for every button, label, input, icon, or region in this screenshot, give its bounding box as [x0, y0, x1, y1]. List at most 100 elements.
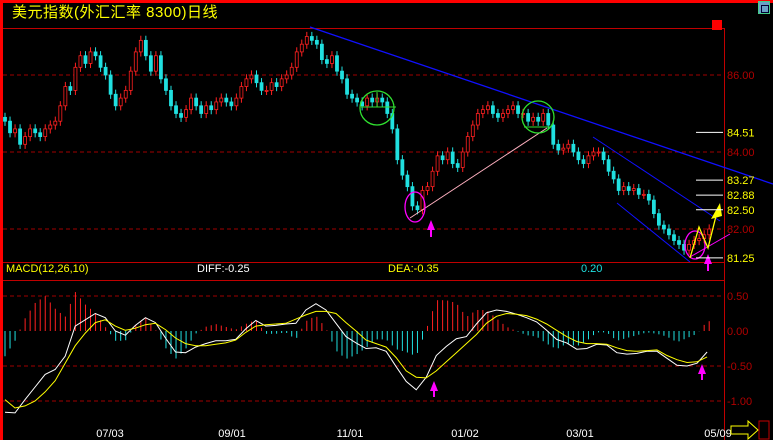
- candle-down: [309, 36, 314, 41]
- candle-up: [460, 151, 465, 168]
- candle-down: [626, 186, 631, 191]
- candle-up: [279, 78, 284, 87]
- candle-down: [83, 55, 88, 64]
- arrow-right-icon: [730, 419, 759, 440]
- candle-down: [646, 193, 651, 201]
- candle-up: [289, 66, 294, 76]
- candle-down: [108, 74, 113, 95]
- candle-up: [118, 97, 123, 107]
- candle-down: [98, 55, 103, 68]
- up-arrow-stem: [430, 229, 432, 237]
- candle-up: [707, 228, 712, 236]
- candle-up: [239, 86, 244, 99]
- candle-down: [677, 240, 681, 245]
- candle-down: [491, 105, 495, 114]
- candle-down: [440, 155, 445, 161]
- window-restore-icon[interactable]: [758, 1, 770, 14]
- candle-down: [18, 128, 22, 145]
- candle-down: [319, 43, 324, 61]
- date-tick-label: 07/03: [96, 428, 124, 440]
- candle-up: [73, 66, 78, 91]
- candle-up: [184, 109, 188, 118]
- candle-up: [133, 51, 138, 72]
- candle-up: [234, 97, 239, 107]
- macd-readout: 0.20: [581, 263, 603, 275]
- candle-down: [254, 74, 259, 84]
- up-arrow-stem: [707, 263, 709, 271]
- candle-down: [345, 78, 349, 95]
- price-level-label: 83.27: [727, 175, 755, 187]
- price-level-label: 81.25: [727, 253, 755, 265]
- scroll-end-box[interactable]: [758, 420, 770, 440]
- candle-up: [13, 128, 17, 134]
- candle-up: [697, 238, 702, 241]
- candle-up: [561, 147, 566, 151]
- candle-up: [304, 36, 309, 45]
- candle-down: [546, 113, 551, 126]
- candle-up: [511, 105, 515, 111]
- candle-down: [571, 143, 576, 153]
- candle-up: [214, 101, 219, 111]
- candle-up: [330, 55, 334, 64]
- candle-up: [128, 70, 133, 91]
- candle-up: [78, 55, 83, 68]
- price-level-label: 84.51: [727, 127, 755, 139]
- candle-up: [43, 128, 48, 137]
- candle-up: [153, 55, 158, 72]
- candle-down: [38, 132, 43, 137]
- candle-down: [68, 86, 73, 91]
- candle-down: [335, 55, 339, 72]
- up-arrow-stem: [433, 390, 435, 397]
- candle-down: [667, 228, 671, 236]
- panel-marker-square[interactable]: [712, 20, 722, 30]
- candle-up: [470, 124, 475, 138]
- candle-down: [174, 105, 178, 114]
- candle-down: [556, 143, 561, 151]
- left-border: [0, 0, 3, 440]
- candle-up: [501, 113, 505, 118]
- price-tick-label: 86.00: [727, 70, 755, 82]
- candle-down: [636, 188, 641, 195]
- candle-up: [219, 97, 224, 103]
- candle-down: [662, 224, 666, 230]
- dea-readout: DEA:-0.35: [388, 263, 439, 275]
- candle-up: [269, 82, 274, 91]
- candle-up: [641, 193, 646, 196]
- candle-up: [591, 151, 596, 157]
- candle-up: [294, 51, 299, 68]
- macd-title: MACD(12,26,10): [6, 263, 89, 275]
- candle-down: [8, 120, 12, 134]
- candle-down: [33, 128, 38, 134]
- scroll-right-button[interactable]: [730, 419, 770, 440]
- candle-down: [385, 101, 390, 114]
- candle-up: [189, 97, 194, 111]
- candle-up: [541, 113, 546, 122]
- candle-up: [284, 74, 289, 80]
- candle-up: [586, 155, 591, 164]
- downtrend-line: [309, 26, 773, 185]
- candle-down: [209, 105, 214, 111]
- candle-down: [164, 78, 168, 91]
- macd-tick-label: -1.00: [727, 396, 752, 408]
- candle-up: [244, 78, 249, 87]
- candle-down: [651, 199, 656, 214]
- candle-down: [274, 82, 279, 87]
- date-tick-label: 05/09: [704, 428, 732, 440]
- candle-down: [576, 151, 581, 161]
- candle-up: [365, 97, 370, 107]
- candle-down: [536, 116, 541, 122]
- candle-down: [350, 93, 354, 99]
- chart-title: 美元指数(外汇汇率 8300)日线: [12, 4, 219, 21]
- candle-up: [88, 51, 93, 64]
- price-level-label: 82.88: [727, 190, 755, 202]
- support-line: [409, 127, 548, 219]
- candle-up: [53, 120, 58, 126]
- candle-up: [435, 155, 440, 172]
- up-arrow-icon: [704, 254, 712, 264]
- candle-down: [601, 151, 606, 161]
- up-arrow-icon: [427, 220, 435, 230]
- candle-up: [430, 170, 435, 188]
- candle-down: [179, 113, 183, 118]
- annotations: [309, 26, 773, 397]
- candle-up: [687, 243, 691, 251]
